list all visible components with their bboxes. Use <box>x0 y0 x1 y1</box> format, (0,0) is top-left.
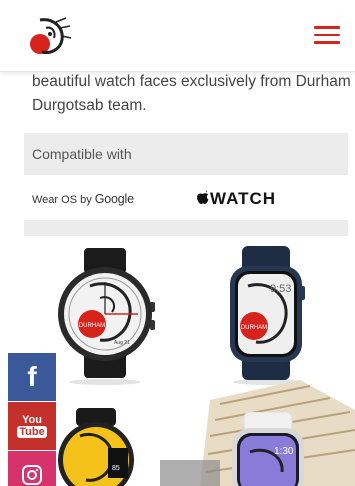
intro-text: beautiful watch faces exclusively from D… <box>32 70 352 118</box>
apple-face2-time: 1:30 <box>274 446 294 457</box>
wear-os-prefix: Wear OS by <box>32 194 92 206</box>
apple-watch-face-image[interactable]: DURHAM 9:53 <box>222 246 312 386</box>
dark-face-number: 85 <box>112 465 120 472</box>
apple-face-time: 9:53 <box>270 283 291 295</box>
hamburger-menu-icon[interactable] <box>314 26 340 46</box>
apple-icon <box>197 190 209 204</box>
instagram-icon <box>22 465 42 485</box>
youtube-button[interactable]: You Tube <box>8 402 56 450</box>
wear-os-logo: Wear OS by Google <box>32 192 134 206</box>
site-header <box>0 0 355 72</box>
compatible-with-label: Compatible with <box>32 146 132 162</box>
facebook-button[interactable]: f <box>8 353 56 401</box>
apple-watch-logo: WATCH <box>196 189 276 209</box>
menu-line <box>314 33 340 36</box>
apple-watch-purple-face-image[interactable]: 1:30 <box>226 412 316 486</box>
round-watch-face-image[interactable]: DURHAM Aug 21 <box>50 246 160 386</box>
youtube-tube-text: Tube <box>17 426 47 438</box>
apple-face-label: DURHAM <box>241 325 267 331</box>
google-wordmark: Google <box>94 192 134 206</box>
facebook-icon: f <box>27 361 37 392</box>
round-face-label: DURHAM <box>79 323 105 329</box>
section-divider <box>24 220 348 236</box>
round-face-date: Aug 21 <box>114 340 130 346</box>
youtube-you-text: You <box>22 414 42 426</box>
intro-line-1: beautiful watch faces exclusively from D… <box>32 73 351 90</box>
instagram-button[interactable] <box>8 451 56 486</box>
durga-logo-icon[interactable] <box>26 14 72 58</box>
menu-line <box>314 26 340 29</box>
intro-line-2: Durgotsab team. <box>32 97 147 114</box>
menu-line <box>314 41 340 44</box>
youtube-icon: You Tube <box>17 414 47 438</box>
compatibility-banner: Compatible with <box>24 133 348 175</box>
watch-wordmark: WATCH <box>210 189 277 208</box>
dark-watch-face-image[interactable]: 85 <box>50 408 150 486</box>
